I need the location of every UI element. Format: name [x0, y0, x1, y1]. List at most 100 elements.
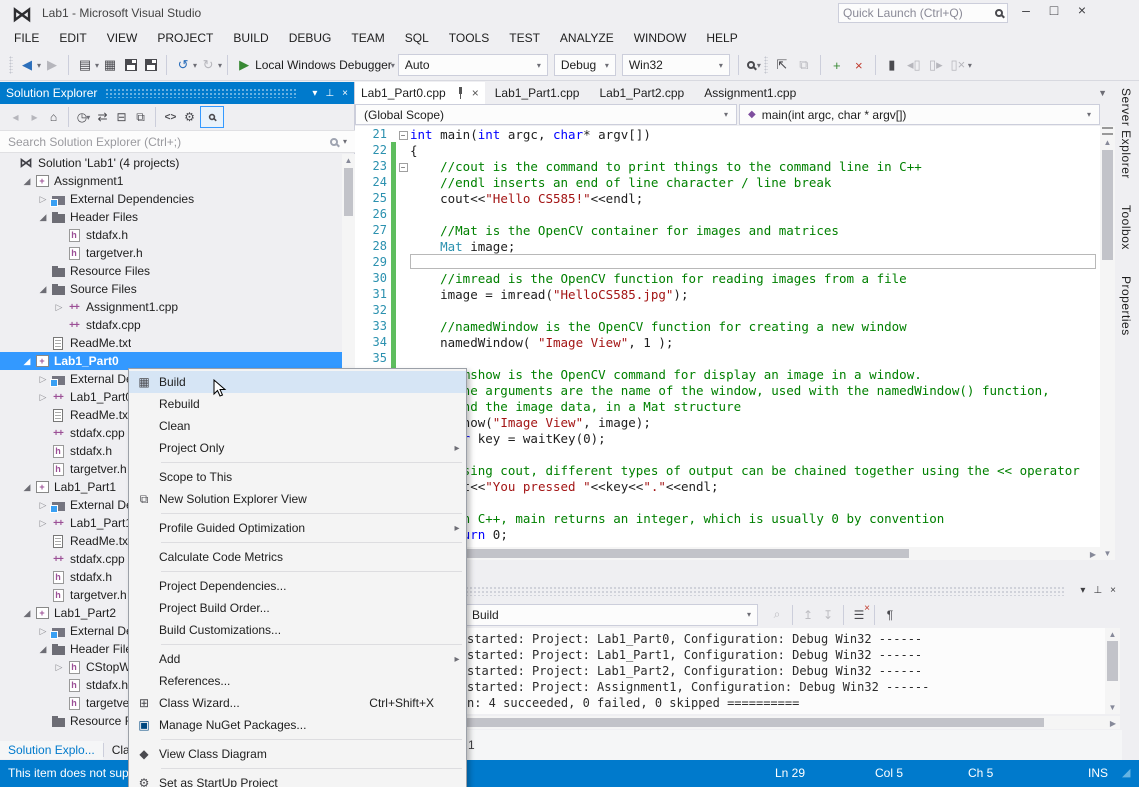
- find-in-files-icon[interactable]: [747, 61, 755, 69]
- collapsed-icon[interactable]: ▷: [36, 500, 50, 511]
- tree-item-header-files[interactable]: ◢Header Files: [0, 208, 342, 226]
- resize-grip[interactable]: ◢: [1122, 766, 1130, 779]
- context-menu-item-new-solution-explorer-view[interactable]: ⧉New Solution Explorer View: [129, 488, 466, 510]
- menu-item-build[interactable]: BUILD: [223, 27, 278, 49]
- toolbar-overflow-icon[interactable]: ▾: [968, 61, 972, 70]
- pin-icon[interactable]: ⊥: [1093, 585, 1102, 596]
- collapsed-icon[interactable]: ▷: [52, 302, 66, 313]
- navigate-to-icon[interactable]: ⇱: [773, 55, 791, 75]
- context-menu-item-class-wizard-[interactable]: ⊞Class Wizard...Ctrl+Shift+X: [129, 692, 466, 714]
- quick-launch-input[interactable]: Quick Launch (Ctrl+Q): [838, 3, 1008, 23]
- collapsed-icon[interactable]: ▷: [52, 662, 66, 673]
- clear-bookmarks-icon[interactable]: ▯×: [949, 55, 967, 75]
- navigate-backward-icon[interactable]: ◀: [18, 55, 36, 75]
- tree-item-assignment1-cpp[interactable]: ▷++Assignment1.cpp: [0, 298, 342, 316]
- context-menu-item-scope-to-this[interactable]: Scope to This: [129, 466, 466, 488]
- expanded-icon[interactable]: ◢: [36, 644, 50, 655]
- search-options-icon[interactable]: ▾: [343, 137, 347, 146]
- fold-toggle-icon[interactable]: −: [396, 127, 410, 141]
- context-menu-item-calculate-code-metrics[interactable]: Calculate Code Metrics: [129, 546, 466, 568]
- tree-item-readme-txt[interactable]: ReadMe.txt: [0, 334, 342, 352]
- refresh-icon[interactable]: ⇄: [94, 108, 111, 126]
- pin-icon[interactable]: [456, 87, 465, 99]
- context-menu-item-manage-nuget-packages-[interactable]: ▣Manage NuGet Packages...: [129, 714, 466, 736]
- menu-item-test[interactable]: TEST: [499, 27, 550, 49]
- find-message-icon[interactable]: ⌕: [767, 605, 787, 625]
- context-menu-item-rebuild[interactable]: Rebuild: [129, 393, 466, 415]
- forward-icon[interactable]: ▸: [26, 108, 43, 126]
- scroll-down-icon[interactable]: ▼: [1105, 703, 1120, 712]
- tree-item-external-dependencies[interactable]: ▷External Dependencies: [0, 190, 342, 208]
- collapsed-icon[interactable]: ▷: [36, 518, 50, 529]
- tool-tab-toolbox[interactable]: Toolbox: [1115, 199, 1137, 256]
- find-dropdown-icon[interactable]: ▾: [757, 61, 761, 70]
- editor-tab-Lab1_Part1.cpp[interactable]: Lab1_Part1.cpp: [485, 82, 590, 104]
- editor-tab-Assignment1.cpp[interactable]: Assignment1.cpp: [694, 82, 806, 104]
- home-icon[interactable]: ⌂: [45, 108, 62, 126]
- menu-item-team[interactable]: TEAM: [341, 27, 394, 49]
- menu-item-tools[interactable]: TOOLS: [439, 27, 499, 49]
- menu-item-project[interactable]: PROJECT: [147, 27, 223, 49]
- tree-item-source-files[interactable]: ◢Source Files: [0, 280, 342, 298]
- copy-icon[interactable]: ⧉: [795, 55, 813, 75]
- context-menu-item-add[interactable]: Add▸: [129, 648, 466, 670]
- close-tab-icon[interactable]: ×: [472, 86, 479, 100]
- expanded-icon[interactable]: ◢: [36, 212, 50, 223]
- editor-vertical-scrollbar[interactable]: ▲ ▼: [1100, 126, 1115, 560]
- scroll-up-icon[interactable]: ▲: [342, 156, 355, 165]
- configuration-combo[interactable]: Debug▾: [554, 54, 616, 76]
- context-menu-item-build[interactable]: ▦Build: [129, 371, 466, 393]
- save-icon[interactable]: [125, 59, 137, 71]
- redo-icon[interactable]: ↻: [199, 55, 217, 75]
- undo-icon[interactable]: ↺: [174, 55, 192, 75]
- tree-item-targetver-h[interactable]: htargetver.h: [0, 244, 342, 262]
- menu-item-analyze[interactable]: ANALYZE: [550, 27, 624, 49]
- maximize-button[interactable]: □: [1040, 0, 1068, 22]
- context-menu-item-profile-guided-optimization[interactable]: Profile Guided Optimization▸: [129, 517, 466, 539]
- new-item-dropdown-icon[interactable]: ▾: [95, 61, 99, 70]
- back-icon[interactable]: ◂: [7, 108, 24, 126]
- open-file-icon[interactable]: ▦: [101, 55, 119, 75]
- scroll-up-icon[interactable]: ▲: [1100, 138, 1115, 147]
- close-panel-icon[interactable]: ×: [342, 88, 348, 99]
- splitter-grip[interactable]: [1102, 127, 1113, 135]
- expanded-icon[interactable]: ◢: [20, 176, 34, 187]
- context-menu-item-build-customizations-[interactable]: Build Customizations...: [129, 619, 466, 641]
- menu-item-edit[interactable]: EDIT: [49, 27, 96, 49]
- expanded-icon[interactable]: ◢: [20, 356, 34, 367]
- collapsed-icon[interactable]: ▷: [36, 392, 50, 403]
- menu-item-file[interactable]: FILE: [4, 27, 49, 49]
- sync-with-active-document-icon[interactable]: [200, 106, 224, 128]
- editor-tab-Lab1_Part2.cpp[interactable]: Lab1_Part2.cpp: [589, 82, 694, 104]
- collapsed-icon[interactable]: ▷: [36, 374, 50, 385]
- context-menu-item-references-[interactable]: References...: [129, 670, 466, 692]
- tree-item-solution-lab1-4-projects-[interactable]: ⋈Solution 'Lab1' (4 projects): [0, 154, 342, 172]
- expanded-icon[interactable]: ◢: [20, 608, 34, 619]
- redo-dropdown-icon[interactable]: ▾: [218, 61, 222, 70]
- fold-toggle-icon[interactable]: −: [396, 159, 410, 173]
- clear-all-icon[interactable]: ☰×: [849, 605, 869, 625]
- tree-item-stdafx-h[interactable]: hstdafx.h: [0, 226, 342, 244]
- collapsed-icon[interactable]: ▷: [36, 626, 50, 637]
- context-menu-item-project-build-order-[interactable]: Project Build Order...: [129, 597, 466, 619]
- menu-item-help[interactable]: HELP: [696, 27, 747, 49]
- expanded-icon[interactable]: ◢: [36, 284, 50, 295]
- debugger-dropdown-icon[interactable]: ▾: [391, 61, 395, 70]
- output-vertical-scrollbar[interactable]: ▲ ▼: [1105, 628, 1120, 714]
- member-dropdown[interactable]: ◆ main(int argc, char * argv[]) ▾: [739, 104, 1100, 125]
- window-position-icon[interactable]: ▾: [312, 88, 317, 99]
- close-button[interactable]: ×: [1068, 0, 1096, 22]
- tab-solution-explorer[interactable]: Solution Explo...: [0, 741, 103, 759]
- context-menu-item-view-class-diagram[interactable]: ◆View Class Diagram: [129, 743, 466, 765]
- tool-tab-server-explorer[interactable]: Server Explorer: [1115, 82, 1137, 185]
- bookmark-icon[interactable]: ▮: [883, 55, 901, 75]
- context-menu-item-clean[interactable]: Clean: [129, 415, 466, 437]
- next-message-icon[interactable]: ↧: [818, 605, 838, 625]
- delete-comment-icon[interactable]: ×: [850, 55, 868, 75]
- toggle-word-wrap-icon[interactable]: ¶: [880, 605, 900, 625]
- navigate-backward-dropdown-icon[interactable]: ▾: [37, 61, 41, 70]
- view-code-icon[interactable]: <>: [162, 108, 179, 126]
- tree-item-stdafx-cpp[interactable]: ++stdafx.cpp: [0, 316, 342, 334]
- scrollbar-thumb[interactable]: [1102, 150, 1113, 260]
- next-bookmark-icon[interactable]: ▯▸: [927, 55, 945, 75]
